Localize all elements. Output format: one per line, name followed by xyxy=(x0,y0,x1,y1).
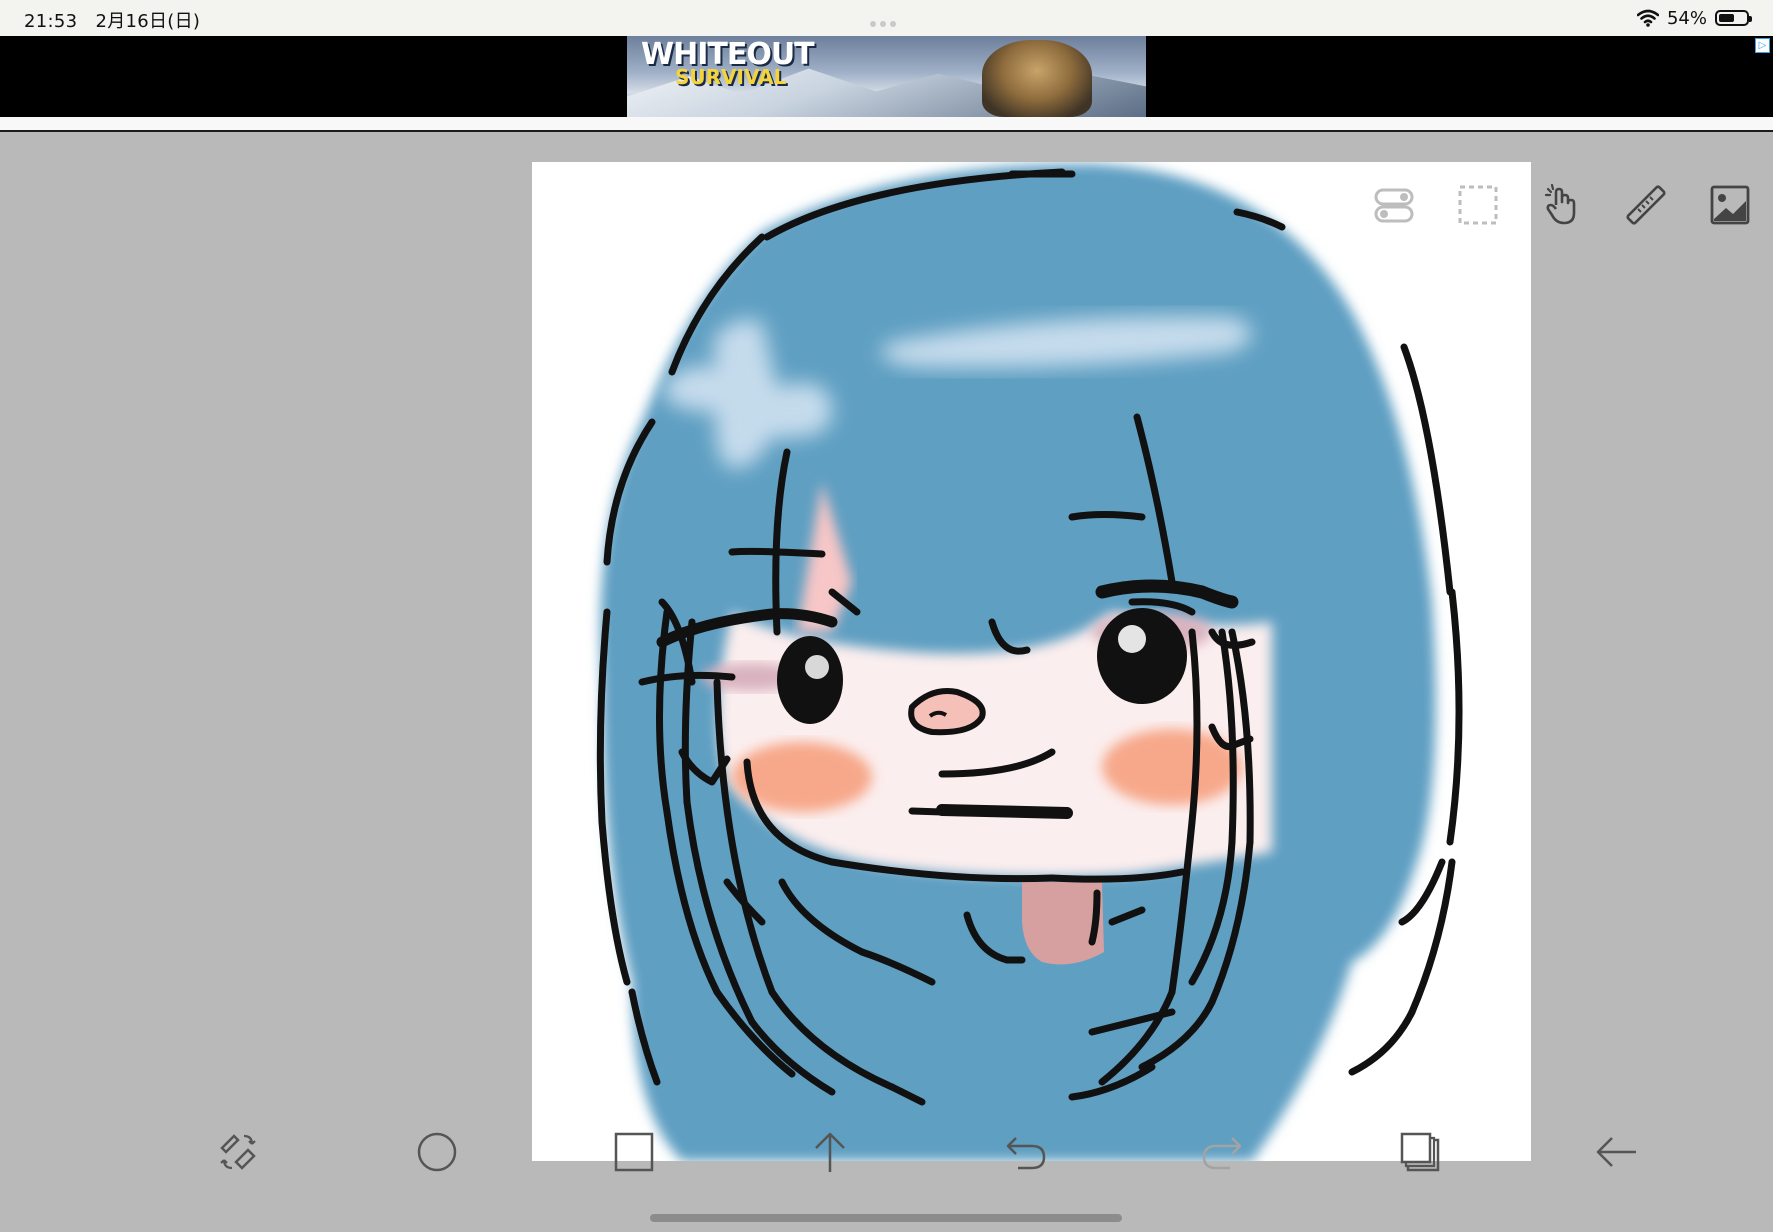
ad-separator xyxy=(0,117,1773,130)
status-right: 54% xyxy=(1636,6,1752,30)
ad-bar: WHITEOUT SURVIVAL ▷ xyxy=(0,36,1773,117)
divider xyxy=(0,130,1773,132)
brush-size-button[interactable] xyxy=(415,1130,459,1174)
upload-button[interactable] xyxy=(808,1130,852,1174)
nose xyxy=(908,688,986,736)
back-button[interactable] xyxy=(1594,1130,1638,1174)
redo-icon xyxy=(1202,1137,1242,1170)
adchoices-icon[interactable]: ▷ xyxy=(1755,38,1770,53)
mouth xyxy=(936,804,1073,819)
layers-button[interactable] xyxy=(1398,1130,1442,1174)
selection-button[interactable] xyxy=(1456,183,1500,227)
ad-title: WHITEOUT SURVIVAL xyxy=(641,37,815,89)
battery-percent: 54% xyxy=(1666,7,1707,29)
status-bar: 21:53 2月16日(日) 54% xyxy=(0,0,1773,36)
home-indicator[interactable] xyxy=(650,1214,1122,1222)
color-square-icon xyxy=(614,1132,654,1172)
image-import-icon xyxy=(1710,185,1750,225)
status-time-date: 21:53 2月16日(日) xyxy=(24,7,200,33)
pen-eraser-swap-button[interactable] xyxy=(216,1130,260,1174)
redo-button xyxy=(1200,1130,1244,1174)
ruler-icon xyxy=(1626,185,1666,225)
selection-icon xyxy=(1458,185,1498,225)
layers-icon xyxy=(1400,1132,1440,1172)
ad-character-image xyxy=(982,40,1092,117)
hand-touch-icon xyxy=(1544,183,1576,225)
wifi-icon xyxy=(1636,9,1659,27)
undo-icon xyxy=(1006,1137,1046,1170)
pen-eraser-swap-icon xyxy=(220,1134,256,1170)
ruler-button[interactable] xyxy=(1624,183,1668,227)
multitasking-dots-icon[interactable] xyxy=(870,14,904,27)
battery-icon xyxy=(1715,10,1752,26)
upload-arrow-icon xyxy=(815,1132,845,1172)
layers-toggle-button[interactable] xyxy=(1372,183,1416,227)
artwork xyxy=(596,163,1463,1161)
drawing-canvas[interactable] xyxy=(532,162,1531,1161)
back-arrow-icon xyxy=(1596,1137,1636,1167)
hand-touch-button[interactable] xyxy=(1540,183,1584,227)
ad-title-line1: WHITEOUT xyxy=(641,37,815,72)
ad-banner[interactable]: WHITEOUT SURVIVAL xyxy=(627,36,1146,117)
status-time: 21:53 xyxy=(24,11,78,32)
layers-toggle-icon xyxy=(1374,188,1414,223)
undo-button[interactable] xyxy=(1004,1130,1048,1174)
neck-fill xyxy=(1022,882,1104,965)
status-date: 2月16日(日) xyxy=(95,11,201,32)
image-import-button[interactable] xyxy=(1708,183,1752,227)
brush-circle-icon xyxy=(417,1132,457,1172)
color-button[interactable] xyxy=(612,1130,656,1174)
